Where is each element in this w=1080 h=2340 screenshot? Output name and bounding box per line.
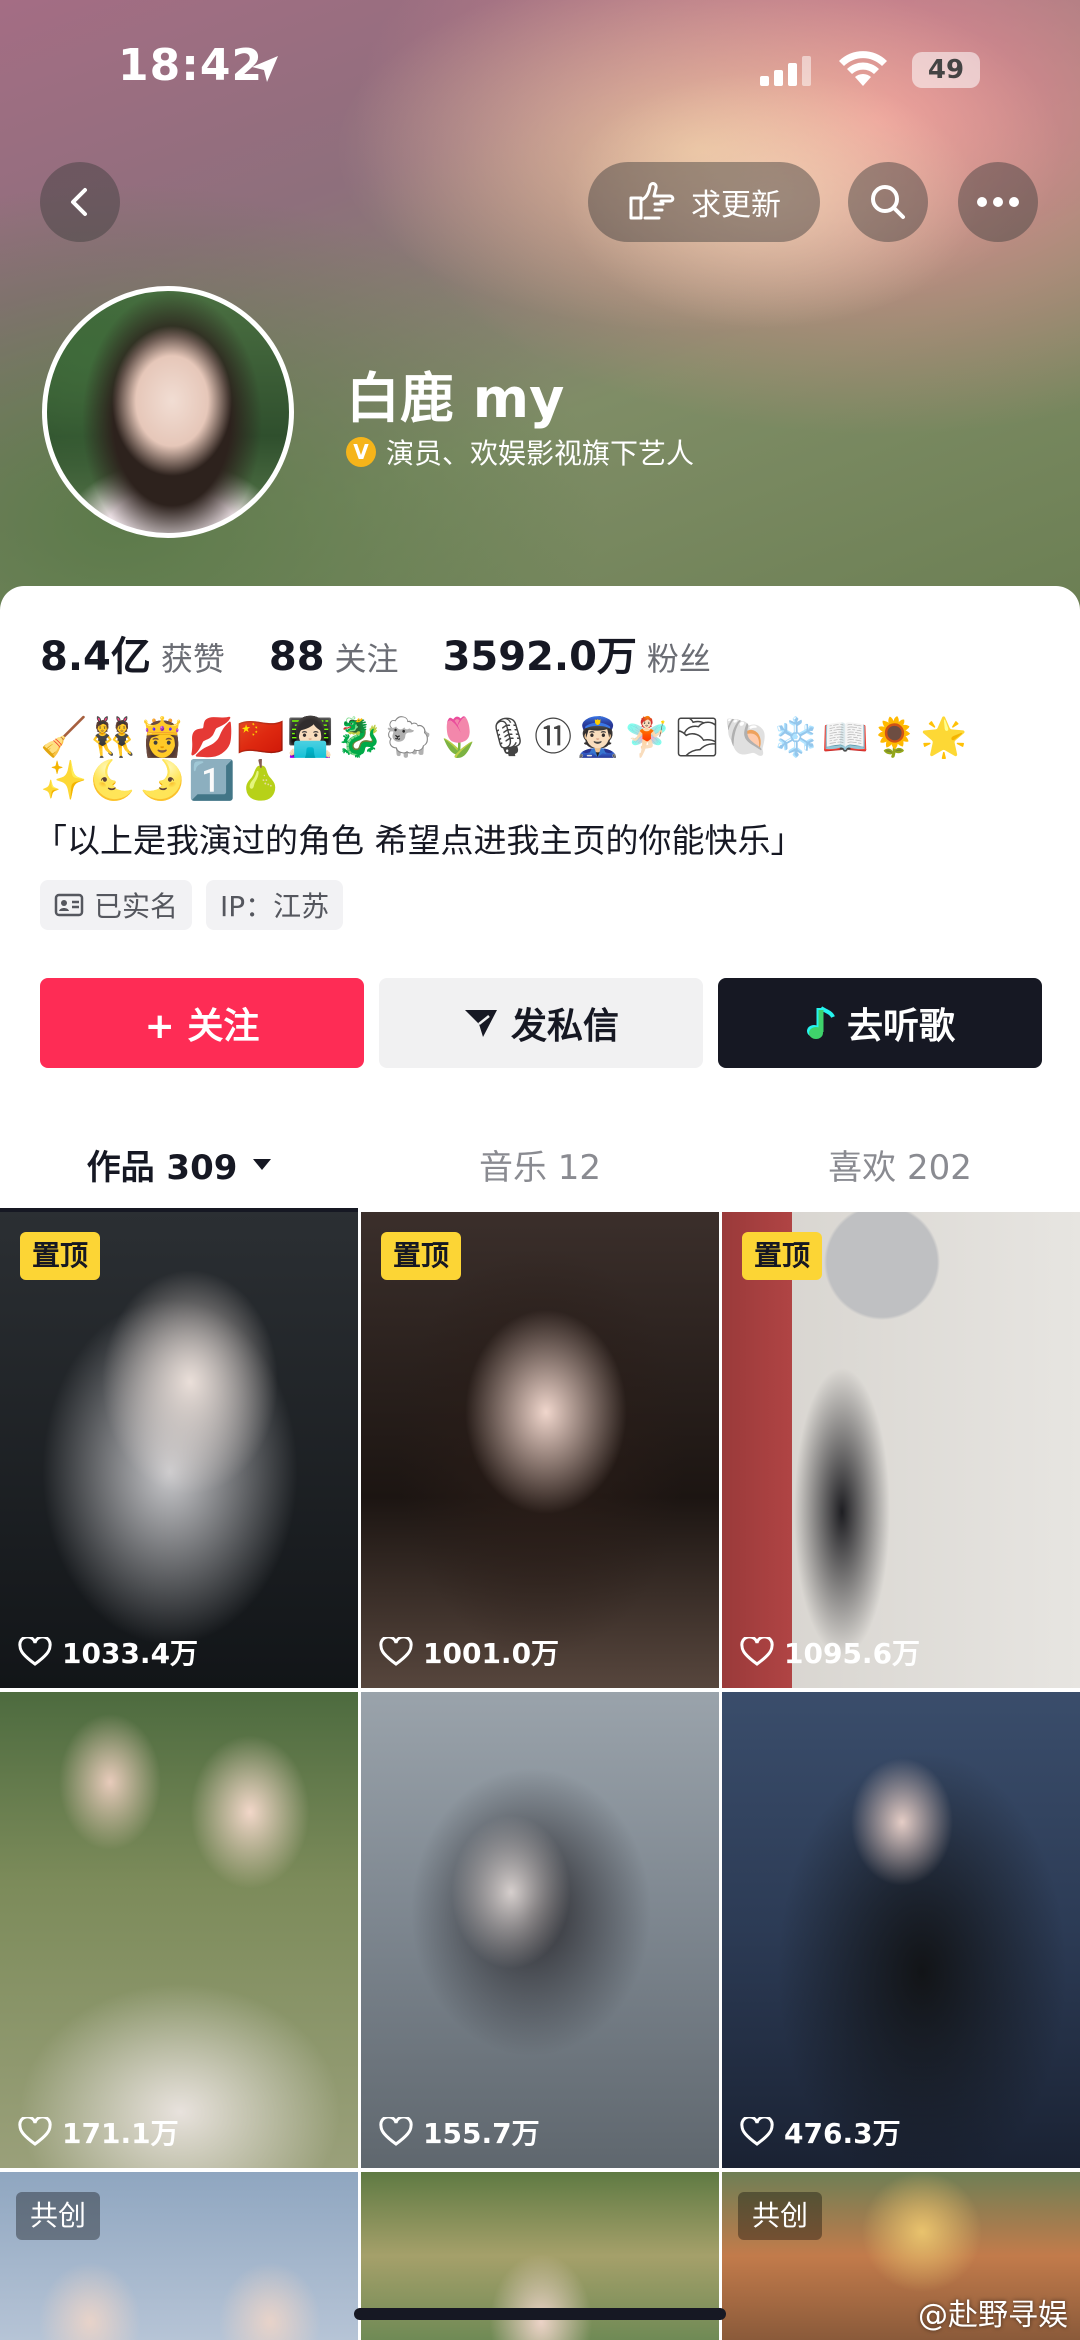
verified-badge-icon: V [346, 437, 376, 467]
profile-tags: 已实名 IP：江苏 [40, 880, 357, 930]
heart-outline-icon [18, 2117, 52, 2147]
tab-label: 音乐 12 [478, 1147, 602, 1188]
more-options-button[interactable] [958, 162, 1038, 242]
watermark-text: @赴野寻娱 [918, 2298, 1068, 2333]
tag-label: 已实名 [94, 890, 179, 923]
stat-value: 8.4亿 [40, 634, 151, 680]
listen-music-label: 去听歌 [846, 1006, 955, 1047]
profile-actions: + 关注 发私信 去听歌 [40, 978, 1042, 1068]
pointing-hand-icon [627, 180, 675, 224]
verified-title: 演员、欢娱影视旗下艺人 [386, 437, 695, 470]
stat-followers[interactable]: 3592.0万 粉丝 [443, 624, 711, 682]
heart-outline-icon [379, 1637, 413, 1667]
heart-outline-icon [740, 2117, 774, 2147]
battery-indicator: 49 [912, 52, 980, 88]
tab-label: 作品 309 [86, 1147, 238, 1188]
video-likes: 1001.0万 [379, 1632, 559, 1672]
id-card-icon [54, 893, 84, 917]
stat-label: 关注 [334, 640, 399, 678]
video-likes: 171.1万 [18, 2112, 179, 2152]
stat-label: 粉丝 [646, 640, 711, 678]
back-button[interactable] [40, 162, 120, 242]
likes-count: 155.7万 [423, 2117, 540, 2150]
video-thumbnail[interactable]: 置顶 1001.0万 [361, 1212, 719, 1688]
stat-value: 3592.0万 [442, 634, 637, 680]
follow-label: + 关注 [144, 1006, 260, 1047]
listen-music-button[interactable]: 去听歌 [718, 978, 1042, 1068]
heart-outline-icon [379, 2117, 413, 2147]
profile-stats: 8.4亿 获赞 88 关注 3592.0万 粉丝 [40, 624, 755, 682]
home-indicator [354, 2308, 726, 2320]
tab-works[interactable]: 作品 309 [0, 1116, 360, 1212]
bio-emoji-line-1: 🧹👯👸💋🇨🇳👩🏻‍💻🐉🐑🌷🎙⑪👮🏻🧚🏻🌫🐚❄️📖🌻🌟 [40, 715, 970, 759]
search-button[interactable] [848, 162, 928, 242]
tag-label: IP：江苏 [220, 890, 330, 923]
stat-label: 获赞 [160, 640, 225, 678]
heart-outline-icon [18, 1637, 52, 1667]
status-time: 18:42 [118, 40, 264, 91]
profile-card: 8.4亿 获赞 88 关注 3592.0万 粉丝 🧹👯👸💋🇨🇳👩🏻‍💻🐉🐑🌷🎙⑪… [0, 586, 1080, 2340]
video-thumbnail[interactable]: 共创 [0, 2172, 358, 2340]
wifi-icon [838, 50, 888, 92]
video-thumbnail[interactable]: 置顶 1095.6万 [722, 1212, 1080, 1688]
co-creation-badge: 共创 [738, 2192, 823, 2240]
heart-outline-icon [740, 1637, 774, 1667]
likes-count: 171.1万 [62, 2117, 179, 2150]
send-arrow-icon [463, 1007, 499, 1039]
content-tabs: 作品 309 音乐 12 喜欢 202 [0, 1116, 1080, 1212]
video-likes: 476.3万 [740, 2112, 901, 2152]
video-likes: 155.7万 [379, 2112, 540, 2152]
co-creation-badge: 共创 [16, 2192, 101, 2240]
stat-likes[interactable]: 8.4亿 获赞 [40, 624, 225, 682]
video-thumbnail[interactable]: 476.3万 [722, 1692, 1080, 2168]
music-note-icon [805, 1005, 835, 1041]
likes-count: 1001.0万 [423, 1637, 560, 1670]
pinned-badge: 置顶 [20, 1232, 101, 1280]
request-update-button[interactable]: 求更新 [588, 162, 820, 242]
video-likes: 1095.6万 [740, 1632, 920, 1672]
tab-music[interactable]: 音乐 12 [360, 1116, 720, 1212]
more-dots-icon [976, 196, 1020, 208]
likes-count: 476.3万 [784, 2117, 901, 2150]
chevron-left-icon [60, 182, 100, 222]
video-thumbnail[interactable]: 共创 @赴野寻娱 [722, 2172, 1080, 2340]
request-update-label: 求更新 [691, 188, 781, 223]
profile-avatar[interactable] [42, 286, 294, 538]
video-likes: 1033.4万 [18, 1632, 198, 1672]
status-bar: 18:42 49 [0, 40, 1080, 110]
bio-text: 「以上是我演过的角色 希望点进我主页的你能快乐」 [34, 821, 804, 860]
message-label: 发私信 [510, 1006, 619, 1047]
tag-real-name[interactable]: 已实名 [40, 880, 193, 930]
bio-emoji-line-2: ✨🌜🌛1️⃣🍐 [40, 758, 287, 802]
cellular-signal-icon [760, 56, 812, 90]
video-thumbnail[interactable]: 171.1万 [0, 1692, 358, 2168]
likes-count: 1095.6万 [784, 1637, 921, 1670]
likes-count: 1033.4万 [62, 1637, 199, 1670]
follow-button[interactable]: + 关注 [40, 978, 364, 1068]
tab-label: 喜欢 202 [828, 1147, 972, 1188]
profile-name: 白鹿 my [346, 367, 565, 430]
tag-ip-location: IP：江苏 [206, 880, 344, 930]
pinned-badge: 置顶 [742, 1232, 823, 1280]
pinned-badge: 置顶 [381, 1232, 462, 1280]
search-icon [867, 181, 909, 223]
message-button[interactable]: 发私信 [379, 978, 703, 1068]
stat-following[interactable]: 88 关注 [269, 634, 399, 680]
verified-title-row: V 演员、欢娱影视旗下艺人 [346, 432, 694, 472]
video-thumbnail[interactable]: 155.7万 [361, 1692, 719, 2168]
stat-value: 88 [268, 634, 325, 680]
tab-likes[interactable]: 喜欢 202 [720, 1116, 1080, 1212]
caret-down-icon [251, 1156, 273, 1172]
video-thumbnail[interactable]: 置顶 1033.4万 [0, 1212, 358, 1688]
